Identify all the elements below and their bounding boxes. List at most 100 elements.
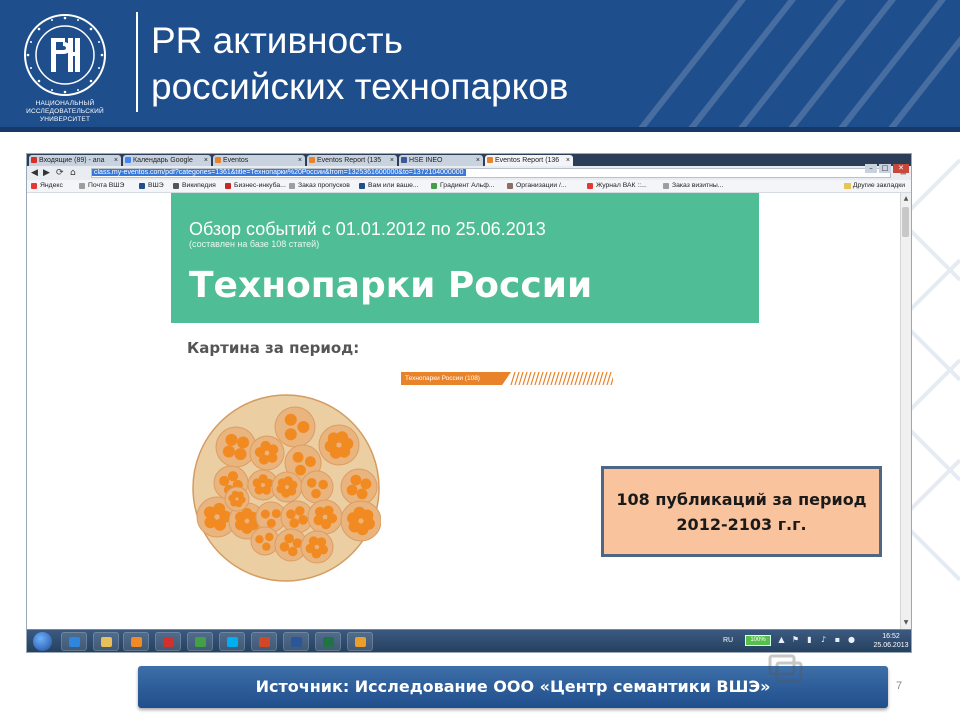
taskbar-app[interactable] xyxy=(123,632,149,651)
taskbar-app[interactable] xyxy=(61,632,87,651)
eventos-icon xyxy=(487,157,493,163)
bookmark-item[interactable]: Организации /... xyxy=(507,180,567,192)
tab-close-icon[interactable]: × xyxy=(204,155,208,166)
start-button[interactable] xyxy=(33,632,52,651)
tray-volume-icon[interactable]: ♪ xyxy=(819,635,828,645)
bookmark-item[interactable]: Википедия xyxy=(173,180,216,192)
bubble-dot xyxy=(266,518,276,528)
battery-indicator[interactable]: 100% xyxy=(745,635,771,646)
media-player-icon xyxy=(131,637,142,647)
browser-tab[interactable]: Eventos Report (136 × xyxy=(485,155,573,166)
hatch-line xyxy=(546,372,552,385)
scroll-thumb[interactable] xyxy=(902,207,909,237)
other-bookmarks-label: Другие закладки xyxy=(852,182,905,189)
hatch-line xyxy=(550,372,556,385)
bubble-dot xyxy=(258,474,268,484)
hse-icon xyxy=(139,183,145,189)
period-heading: Картина за период: xyxy=(187,339,360,357)
hatch-line xyxy=(526,372,532,385)
excel-icon xyxy=(323,637,334,647)
tab-close-icon[interactable]: × xyxy=(476,155,480,166)
taskbar-app[interactable] xyxy=(283,632,309,651)
taskbar-app[interactable] xyxy=(155,632,181,651)
bubble-dot xyxy=(219,475,230,487)
tray-arrow-icon[interactable]: ▲ xyxy=(777,635,786,645)
bookmark-icon xyxy=(431,183,437,189)
bookmark-item[interactable]: Яндекс xyxy=(31,180,63,192)
bubble-dot xyxy=(356,523,369,536)
tray-power-icon[interactable]: ▪ xyxy=(833,635,842,645)
bookmark-item[interactable]: Градиент Альф... xyxy=(431,180,494,192)
bubble-dot xyxy=(279,542,290,552)
minimize-icon[interactable]: – xyxy=(865,164,877,173)
hatch-line xyxy=(518,372,524,385)
browser-tab[interactable]: HSE INEO × xyxy=(399,155,483,166)
bubble-dot xyxy=(288,546,298,557)
bubble-dot xyxy=(286,509,296,519)
taskbar-clock[interactable]: 16:52 25.06.2013 xyxy=(873,632,909,650)
taskbar-app[interactable] xyxy=(315,632,341,651)
header-divider xyxy=(136,12,138,112)
bookmark-label: Вам или ваше... xyxy=(368,182,419,189)
hatch-line xyxy=(590,372,596,385)
bubble-dot xyxy=(346,484,358,496)
vertical-scrollbar[interactable]: ▲ ▼ xyxy=(900,193,911,629)
windows-taskbar: RU 100% ▲ ⚑ ▮ ♪ ▪ ● 16:52 25.06.2013 xyxy=(27,629,911,652)
bookmark-item[interactable]: ВШЭ xyxy=(139,180,164,192)
tab-close-icon[interactable]: × xyxy=(566,155,570,166)
explorer-icon xyxy=(101,637,112,647)
report-header: Обзор событий с 01.01.2012 по 25.06.2013… xyxy=(171,193,759,323)
hatch-line xyxy=(542,372,548,385)
reload-icon[interactable]: ⟳ xyxy=(56,167,64,179)
back-icon[interactable]: ◀ xyxy=(31,167,38,179)
bookmark-item[interactable]: Бизнес-инкуба... xyxy=(225,180,286,192)
taskbar-app[interactable] xyxy=(251,632,277,651)
taskbar-app[interactable] xyxy=(219,632,245,651)
browser-tab[interactable]: Eventos × xyxy=(213,155,305,166)
hatch-line xyxy=(602,372,608,385)
tray-flag-icon[interactable]: ⚑ xyxy=(791,635,800,645)
forward-icon[interactable]: ▶ xyxy=(43,167,50,179)
bubble-dot xyxy=(284,413,297,426)
home-icon[interactable]: ⌂ xyxy=(70,167,76,179)
tray-network-icon[interactable]: ▮ xyxy=(805,635,814,645)
maximize-icon[interactable]: □ xyxy=(879,164,891,173)
tab-close-icon[interactable]: × xyxy=(114,155,118,166)
bookmark-item[interactable]: Заказ визитны... xyxy=(663,180,723,192)
language-indicator[interactable]: RU xyxy=(723,636,733,645)
legend-hatch xyxy=(510,372,613,385)
bubble-chart xyxy=(192,394,381,582)
hatch-line xyxy=(594,372,600,385)
bubble-dot xyxy=(318,479,328,490)
bookmark-item[interactable]: Почта ВШЭ xyxy=(79,180,124,192)
taskbar-app[interactable] xyxy=(187,632,213,651)
bookmark-item[interactable]: Журнал ВАК ::... xyxy=(587,180,647,192)
close-icon[interactable]: ✕ xyxy=(893,164,909,173)
browser-tab[interactable]: Входящие (89) - ana × xyxy=(29,155,121,166)
bubble-dot xyxy=(227,471,239,482)
scroll-down-icon[interactable]: ▼ xyxy=(902,619,910,627)
myshared-watermark xyxy=(768,652,908,690)
legend-label: Технопарки России (108) xyxy=(405,375,480,382)
word-icon xyxy=(291,637,302,647)
bookmark-item[interactable]: Заказ пропусков xyxy=(289,180,350,192)
other-bookmarks[interactable]: Другие закладки xyxy=(843,180,905,192)
browser-tab[interactable]: Eventos Report (135 × xyxy=(307,155,397,166)
window-controls: – □ ✕ xyxy=(863,155,909,173)
tab-close-icon[interactable]: × xyxy=(390,155,394,166)
url-field[interactable]: class.my-eventos.com/pdf?categories=1361… xyxy=(91,168,891,178)
tab-close-icon[interactable]: × xyxy=(298,155,302,166)
bookmark-item[interactable]: Вам или ваше... xyxy=(359,180,419,192)
browser-tab-label: Eventos Report (135 xyxy=(317,157,382,164)
browser-tab[interactable]: Календарь Google × xyxy=(123,155,211,166)
tray-app-icon[interactable]: ● xyxy=(847,635,856,645)
scroll-up-icon[interactable]: ▲ xyxy=(902,195,910,203)
hatch-line xyxy=(554,372,560,385)
hatch-line xyxy=(510,372,516,385)
watermark-logo-icon xyxy=(768,654,803,683)
slide-title: PR активность российских технопарков xyxy=(151,18,568,110)
bubble-dot xyxy=(204,516,217,529)
browser-tab-label: Входящие (89) - ana xyxy=(39,157,105,164)
taskbar-app[interactable] xyxy=(93,632,119,651)
taskbar-app[interactable] xyxy=(347,632,373,651)
